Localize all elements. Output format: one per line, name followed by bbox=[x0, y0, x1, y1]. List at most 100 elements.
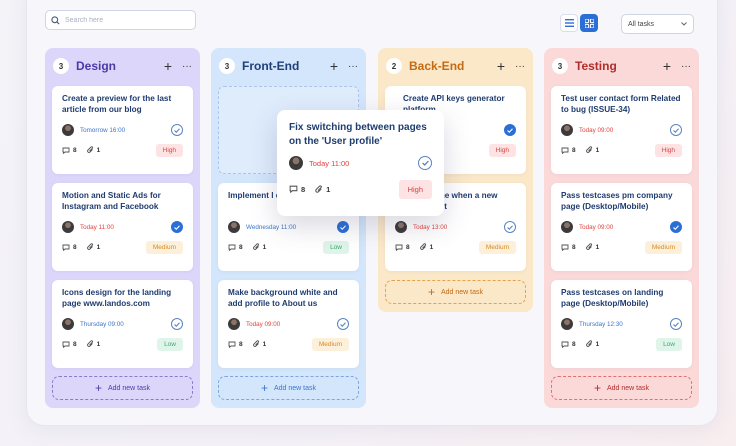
complete-toggle[interactable] bbox=[670, 221, 682, 233]
avatar bbox=[395, 221, 407, 233]
priority-badge: High bbox=[488, 143, 516, 157]
attachments-count: 1 bbox=[252, 243, 266, 251]
dragging-task-card[interactable]: Fix switching between pages on the 'User… bbox=[277, 110, 444, 216]
avatar bbox=[289, 156, 303, 170]
attachments-count: 1 bbox=[315, 185, 330, 194]
attachments-count: 1 bbox=[585, 243, 599, 251]
search-input[interactable] bbox=[65, 16, 185, 24]
attachments-count: 1 bbox=[86, 340, 100, 348]
add-new-task-label: Add new task bbox=[273, 384, 317, 392]
task-card[interactable]: Pass testcases pm company page (Desktop/… bbox=[551, 183, 692, 271]
more-options-icon[interactable]: ··· bbox=[348, 61, 358, 72]
task-title: Create a preview for the last article fr… bbox=[62, 94, 172, 114]
task-title: Motion and Static Ads for Instagram and … bbox=[62, 191, 161, 211]
comment-icon bbox=[62, 147, 70, 154]
avatar bbox=[228, 318, 240, 330]
more-options-icon[interactable]: ··· bbox=[515, 61, 525, 72]
complete-toggle[interactable] bbox=[337, 221, 349, 233]
avatar bbox=[62, 124, 74, 136]
task-filter-select[interactable]: All tasks bbox=[621, 14, 694, 34]
paperclip-icon bbox=[315, 184, 323, 193]
add-new-task-button[interactable]: + Add new task bbox=[218, 376, 359, 400]
task-title: Pass testcases on landing page (Desktop/… bbox=[561, 288, 664, 308]
complete-toggle[interactable] bbox=[670, 124, 682, 136]
plus-icon: + bbox=[593, 381, 601, 395]
avatar bbox=[561, 124, 573, 136]
add-icon[interactable]: + bbox=[494, 59, 508, 73]
attachments-count: 1 bbox=[585, 340, 599, 348]
add-icon[interactable]: + bbox=[161, 59, 175, 73]
priority-badge: Medium bbox=[145, 240, 183, 254]
comments-count: 8 bbox=[62, 341, 77, 348]
task-title: Fix switching between pages on the 'User… bbox=[289, 122, 427, 147]
plus-icon: + bbox=[94, 381, 102, 395]
add-icon[interactable]: + bbox=[327, 59, 341, 73]
plus-icon: + bbox=[260, 381, 268, 395]
grid-icon bbox=[584, 18, 594, 28]
task-card[interactable]: Icons design for the landing page www.la… bbox=[52, 280, 193, 368]
plus-icon: + bbox=[427, 285, 435, 299]
check-icon bbox=[421, 160, 429, 166]
due-date: Today 11:00 bbox=[80, 223, 114, 231]
check-icon bbox=[673, 321, 679, 327]
column-header: 3 Testing + ··· bbox=[552, 48, 691, 84]
complete-toggle[interactable] bbox=[670, 318, 682, 330]
add-new-task-button[interactable]: + Add new task bbox=[52, 376, 193, 400]
comments-count: 8 bbox=[228, 341, 243, 348]
avatar bbox=[228, 221, 240, 233]
check-icon bbox=[174, 127, 180, 133]
task-title: Pass testcases pm company page (Desktop/… bbox=[561, 191, 673, 211]
priority-badge: Low bbox=[656, 337, 682, 351]
comments-count: 8 bbox=[289, 185, 305, 194]
comments-count: 8 bbox=[395, 244, 410, 251]
column-title: Front-End bbox=[242, 59, 300, 73]
comment-icon bbox=[561, 341, 569, 348]
task-title: Test user contact form Related to bug (I… bbox=[561, 94, 681, 114]
search-box[interactable] bbox=[45, 10, 196, 30]
paperclip-icon bbox=[86, 243, 93, 250]
avatar bbox=[561, 318, 573, 330]
complete-toggle[interactable] bbox=[171, 221, 183, 233]
due-date: Thursday 09:00 bbox=[80, 320, 124, 328]
check-icon bbox=[507, 224, 513, 230]
task-card[interactable]: Make background white and add profile to… bbox=[218, 280, 359, 368]
due-date: Today 09:00 bbox=[579, 223, 614, 231]
comment-icon bbox=[228, 244, 236, 251]
complete-toggle[interactable] bbox=[337, 318, 349, 330]
check-icon bbox=[174, 321, 180, 327]
complete-toggle[interactable] bbox=[171, 124, 183, 136]
complete-toggle[interactable] bbox=[418, 156, 432, 170]
task-card[interactable]: Motion and Static Ads for Instagram and … bbox=[52, 183, 193, 271]
add-new-task-label: Add new task bbox=[606, 384, 650, 392]
task-card[interactable]: Test user contact form Related to bug (I… bbox=[551, 86, 692, 174]
list-view-button[interactable] bbox=[560, 14, 578, 32]
paperclip-icon bbox=[585, 146, 592, 153]
complete-toggle[interactable] bbox=[504, 124, 516, 136]
priority-badge: Medium bbox=[644, 240, 682, 254]
add-icon[interactable]: + bbox=[660, 59, 674, 73]
more-options-icon[interactable]: ··· bbox=[681, 61, 691, 72]
complete-toggle[interactable] bbox=[504, 221, 516, 233]
search-icon bbox=[51, 15, 60, 24]
complete-toggle[interactable] bbox=[171, 318, 183, 330]
task-count: 3 bbox=[552, 58, 568, 74]
column-header: 2 Back-End + ··· bbox=[386, 48, 525, 84]
task-card[interactable]: Pass testcases on landing page (Desktop/… bbox=[551, 280, 692, 368]
more-options-icon[interactable]: ··· bbox=[182, 61, 192, 72]
due-date: Today 11:00 bbox=[309, 158, 350, 168]
comments-count: 8 bbox=[561, 147, 576, 154]
priority-badge: Medium bbox=[478, 240, 516, 254]
paperclip-icon bbox=[419, 243, 426, 250]
column-title: Testing bbox=[575, 59, 617, 73]
task-card[interactable]: Create a preview for the last article fr… bbox=[52, 86, 193, 174]
add-new-task-button[interactable]: + Add new task bbox=[385, 280, 526, 304]
check-icon bbox=[340, 224, 346, 230]
comments-count: 8 bbox=[228, 244, 243, 251]
column-testing: 3 Testing + ··· Test user contact form R… bbox=[544, 48, 699, 408]
due-date: Tomorrow 16:00 bbox=[80, 126, 126, 134]
add-new-task-button[interactable]: + Add new task bbox=[551, 376, 692, 400]
comments-count: 8 bbox=[561, 244, 576, 251]
priority-badge: Low bbox=[323, 240, 349, 254]
avatar bbox=[62, 318, 74, 330]
grid-view-button[interactable] bbox=[580, 14, 598, 32]
